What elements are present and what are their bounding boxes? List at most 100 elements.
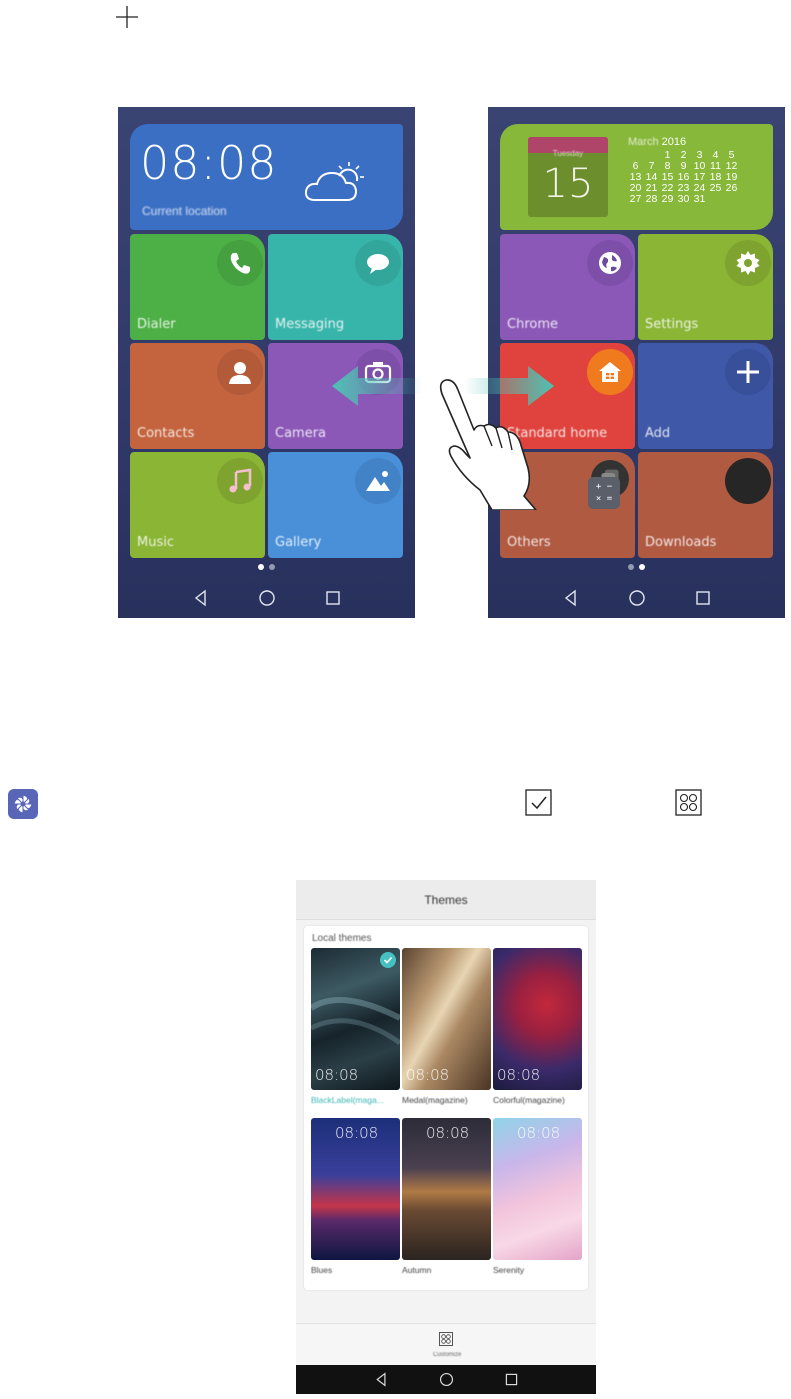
plus-icon [116, 6, 138, 28]
chat-bubble-icon [355, 240, 401, 286]
home-icon[interactable] [627, 588, 647, 608]
calendar-date-card: Tuesday 15 [528, 137, 608, 217]
theme-name: Serenity [493, 1265, 525, 1275]
checkbox-icon [525, 789, 552, 816]
theme-clock: 08:08 [315, 1066, 359, 1084]
theme-item-blacklabel[interactable]: 08:08 BlackLabel(maga... [311, 948, 400, 1108]
themes-bottom-bar: Customize [296, 1323, 596, 1365]
themes-screen: Themes Local themes 08:08 BlackLabel(mag… [296, 880, 596, 1394]
calendar-month: March [628, 136, 659, 148]
globe-icon [587, 240, 633, 286]
tile-label: Others [507, 535, 551, 550]
customize-button[interactable]: Customize [433, 1330, 462, 1360]
theme-item-colorful[interactable]: 08:08 Colorful(magazine) [493, 948, 582, 1108]
clock-time: 08:08 [140, 136, 278, 190]
calendar-date: 15 [542, 161, 594, 207]
tile-label: Contacts [137, 426, 195, 441]
calendar-day: 25 [709, 182, 722, 194]
page-title: Themes [424, 893, 468, 907]
tile-gallery[interactable]: Gallery [268, 452, 403, 558]
theme-name: BlackLabel(maga... [311, 1095, 384, 1105]
page-dot-active [258, 564, 264, 570]
tile-add[interactable]: Add [638, 343, 773, 449]
customize-label: Customize [433, 1352, 462, 1358]
calculator-icon: + − × = [588, 477, 620, 509]
theme-item-autumn[interactable]: 08:08 Autumn [402, 1118, 491, 1278]
theme-clock: 08:08 [406, 1066, 450, 1084]
theme-name: Medal(magazine) [402, 1095, 468, 1105]
tile-music[interactable]: Music [130, 452, 265, 558]
calendar-day [724, 194, 739, 205]
tile-contacts[interactable]: Contacts [130, 343, 265, 449]
theme-name: Colorful(magazine) [493, 1095, 565, 1105]
check-icon [380, 952, 396, 968]
theme-item-blues[interactable]: 08:08 Blues [311, 1118, 400, 1278]
tile-downloads[interactable]: Downloads [638, 452, 773, 558]
tile-label: Gallery [275, 535, 322, 550]
calendar-day [708, 194, 723, 205]
page-indicator [488, 564, 785, 570]
calendar-day: 26 [725, 182, 738, 194]
section-title: Local themes [312, 933, 372, 944]
theme-clock: 08:08 [335, 1124, 379, 1142]
flower-icon [13, 794, 33, 814]
page-dot [628, 564, 634, 570]
theme-item-serenity[interactable]: 08:08 Serenity [493, 1118, 582, 1278]
tile-messaging[interactable]: Messaging [268, 234, 403, 340]
plus-icon [725, 349, 771, 395]
theme-name: Autumn [402, 1265, 432, 1275]
page-indicator [118, 564, 415, 570]
theme-clock: 08:08 [517, 1124, 561, 1142]
theme-name: Blues [311, 1265, 333, 1275]
weather-partly-cloudy-icon [304, 162, 364, 201]
calendar-year: 2016 [661, 136, 687, 148]
back-icon[interactable] [373, 1371, 390, 1388]
tile-label: Downloads [645, 535, 717, 550]
calendar-day: 29 [661, 193, 674, 205]
tile-label: Messaging [275, 317, 345, 332]
home-icon[interactable] [257, 588, 277, 608]
recents-icon[interactable] [503, 1371, 520, 1388]
home-icon [587, 349, 633, 395]
calendar-day: 27 [629, 193, 642, 205]
tile-settings[interactable]: Settings [638, 234, 773, 340]
gallery-icon [355, 458, 401, 504]
contact-icon [217, 349, 263, 395]
home-icon[interactable] [438, 1371, 455, 1388]
tile-dialer[interactable]: Dialer [130, 234, 265, 340]
music-note-icon [217, 458, 263, 504]
theme-clock: 08:08 [497, 1066, 541, 1084]
tile-label: Music [137, 535, 174, 550]
themes-app-icon [8, 789, 38, 819]
tile-label: Chrome [507, 317, 558, 332]
local-themes-card: Local themes 08:08 BlackLabel(maga... 08… [304, 926, 588, 1290]
gear-icon [725, 240, 771, 286]
navigation-bar [296, 1365, 596, 1394]
page-dot-active [639, 564, 645, 570]
phone-icon [217, 240, 263, 286]
tile-label: Dialer [137, 317, 176, 332]
themes-title-bar: Themes [296, 880, 596, 920]
theme-item-medal[interactable]: 08:08 Medal(magazine) [402, 948, 491, 1108]
tile-chrome[interactable]: Chrome [500, 234, 635, 340]
tile-label: Camera [275, 426, 327, 441]
clock-location: Current location [142, 204, 227, 218]
customize-grid-icon [439, 1332, 453, 1346]
page-dot [269, 564, 275, 570]
navigation-bar [118, 578, 415, 618]
recents-icon[interactable] [693, 588, 713, 608]
calendar-weekday: Tuesday [552, 149, 584, 158]
back-icon[interactable] [561, 588, 581, 608]
calendar-day: 31 [693, 193, 706, 205]
tile-label: Settings [645, 317, 699, 332]
calendar-day: 28 [645, 193, 658, 205]
download-icon [725, 458, 771, 504]
recents-icon[interactable] [323, 588, 343, 608]
navigation-bar [488, 578, 785, 618]
clock-weather-widget[interactable]: 08:08 Current location [130, 124, 403, 230]
calendar-widget[interactable]: Tuesday 15 March 2016 1 2 3 4 5 6 7 8 9 10 11 12 13 1… [500, 124, 773, 230]
theme-clock: 08:08 [426, 1124, 470, 1142]
tile-label: Add [645, 426, 671, 441]
calendar-day: 30 [677, 193, 690, 205]
back-icon[interactable] [191, 588, 211, 608]
